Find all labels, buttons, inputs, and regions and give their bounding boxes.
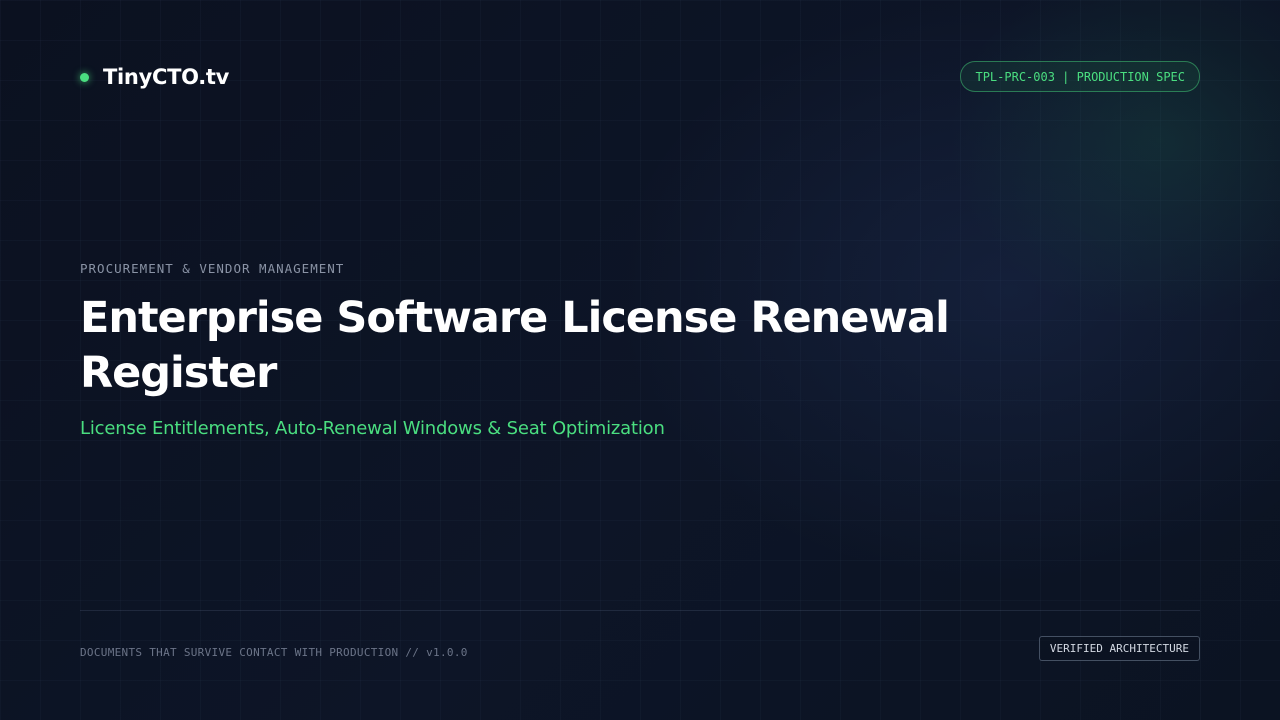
status-dot-icon <box>80 72 89 82</box>
page-title: Enterprise Software License Renewal Regi… <box>80 293 950 398</box>
footer-divider <box>80 610 1200 611</box>
category-label: PROCUREMENT & VENDOR MANAGEMENT <box>80 261 345 276</box>
brand-name: TinyCTO.tv <box>103 65 229 89</box>
brand-logo: TinyCTO.tv <box>80 63 229 91</box>
verified-badge: VERIFIED ARCHITECTURE <box>1038 636 1200 661</box>
document-code-badge: TPL-PRC-003 | PRODUCTION SPEC <box>960 61 1200 92</box>
page-subtitle: License Entitlements, Auto-Renewal Windo… <box>80 418 665 439</box>
footer-tagline: DOCUMENTS THAT SURVIVE CONTACT WITH PROD… <box>80 646 468 659</box>
